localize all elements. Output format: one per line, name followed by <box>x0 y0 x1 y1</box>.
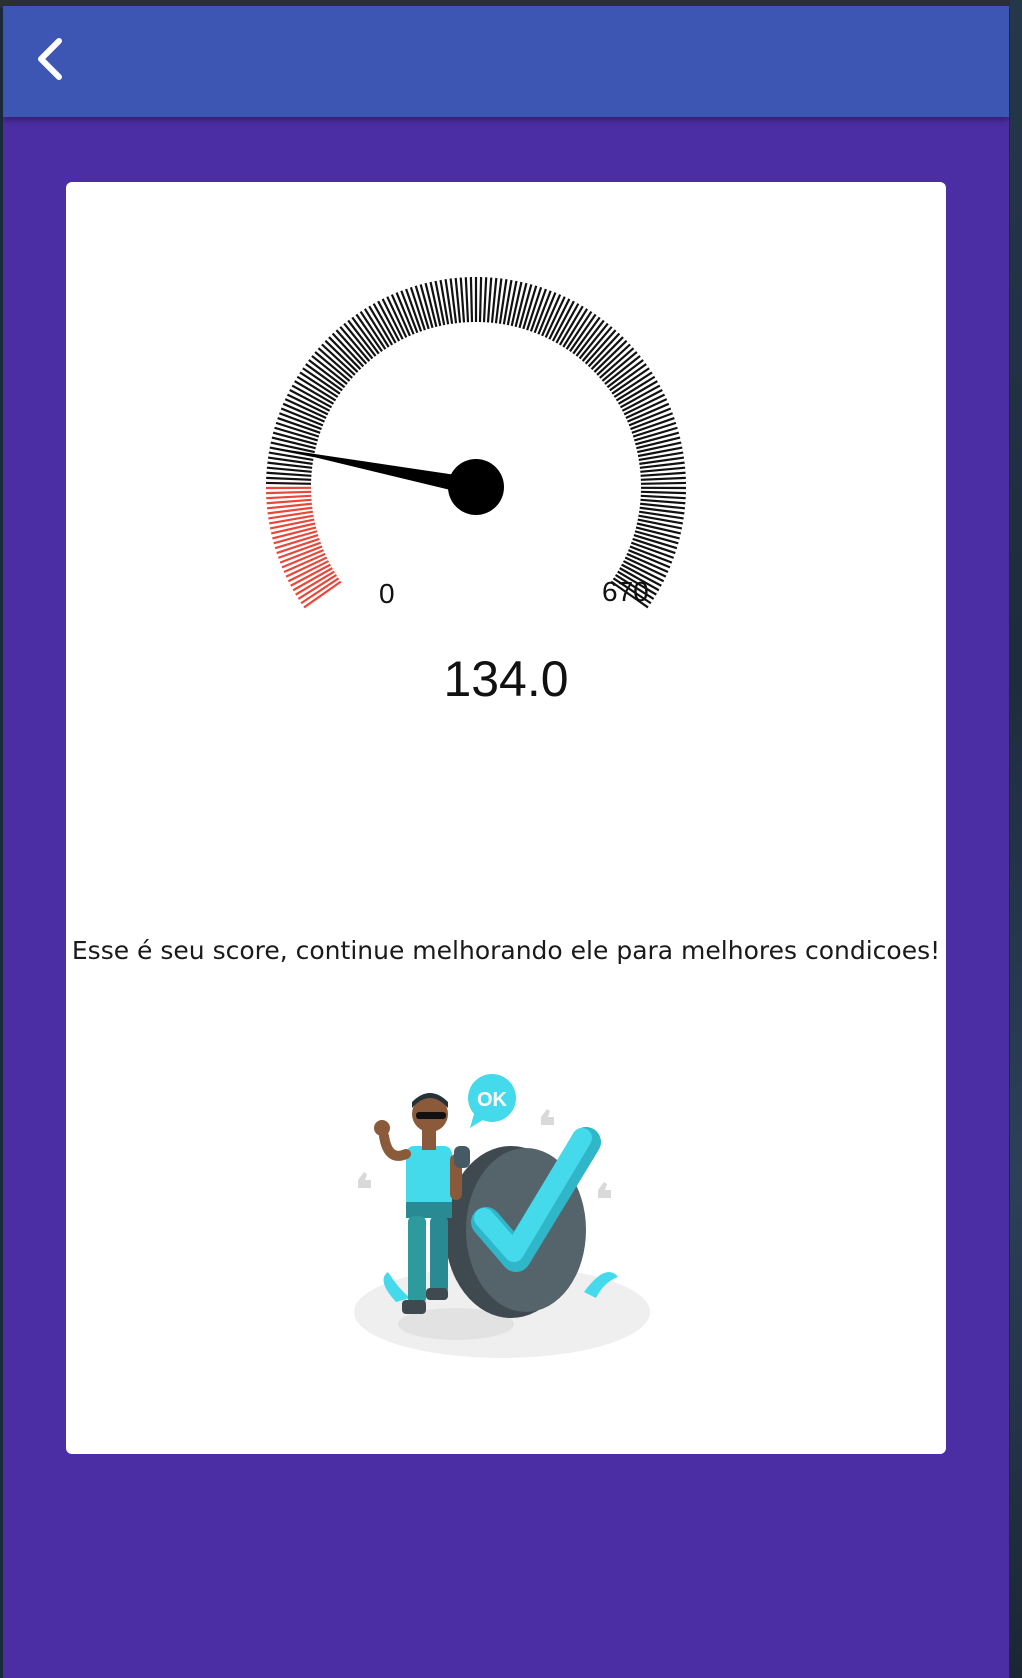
gauge-tick <box>266 476 312 481</box>
gauge-tick <box>640 466 686 473</box>
gauge-tick <box>266 481 312 485</box>
gauge-tick <box>640 494 686 500</box>
success-illustration: OK <box>354 1074 650 1358</box>
gauge-tick <box>459 277 466 323</box>
svg-text:OK: OK <box>477 1089 508 1111</box>
gauge-tick <box>266 498 312 505</box>
gauge-max-label: 670 <box>602 576 649 607</box>
app-window: 0 670 134.0 Esse é seu score, continue m… <box>3 6 1009 1678</box>
score-message: Esse é seu score, continue melhorando el… <box>71 936 941 965</box>
gauge-tick <box>266 490 312 495</box>
gauge-tick <box>482 277 488 323</box>
app-bar <box>3 6 1009 117</box>
gauge-tick <box>469 277 474 323</box>
gauge-needle <box>279 448 504 515</box>
gauge-tick <box>640 471 686 477</box>
ok-badge: OK <box>468 1074 516 1128</box>
gauge-tick <box>640 476 686 481</box>
gauge-tick <box>478 277 483 323</box>
gauge-tick <box>490 277 498 323</box>
back-button[interactable] <box>27 36 73 82</box>
gauge-tick <box>266 471 312 477</box>
score-card: 0 670 134.0 Esse é seu score, continue m… <box>66 182 946 1454</box>
gauge-tick <box>269 518 315 530</box>
gauge-tick <box>464 277 470 323</box>
gauge-min-label: 0 <box>379 578 395 609</box>
gauge-tick <box>640 481 686 485</box>
gauge-tick <box>486 277 493 323</box>
desktop-background-edge <box>1010 0 1022 1678</box>
gauge-needle-hub <box>448 459 504 515</box>
gauge-tick <box>454 277 462 323</box>
gauge-tick <box>266 494 312 500</box>
chevron-left-icon <box>38 38 62 80</box>
score-value: 134.0 <box>443 651 569 707</box>
gauge-tick <box>640 498 686 505</box>
gauge-tick <box>637 518 683 530</box>
gauge-tick <box>640 490 686 495</box>
gauge-tick <box>266 466 312 473</box>
gauge-ticks <box>265 277 687 609</box>
